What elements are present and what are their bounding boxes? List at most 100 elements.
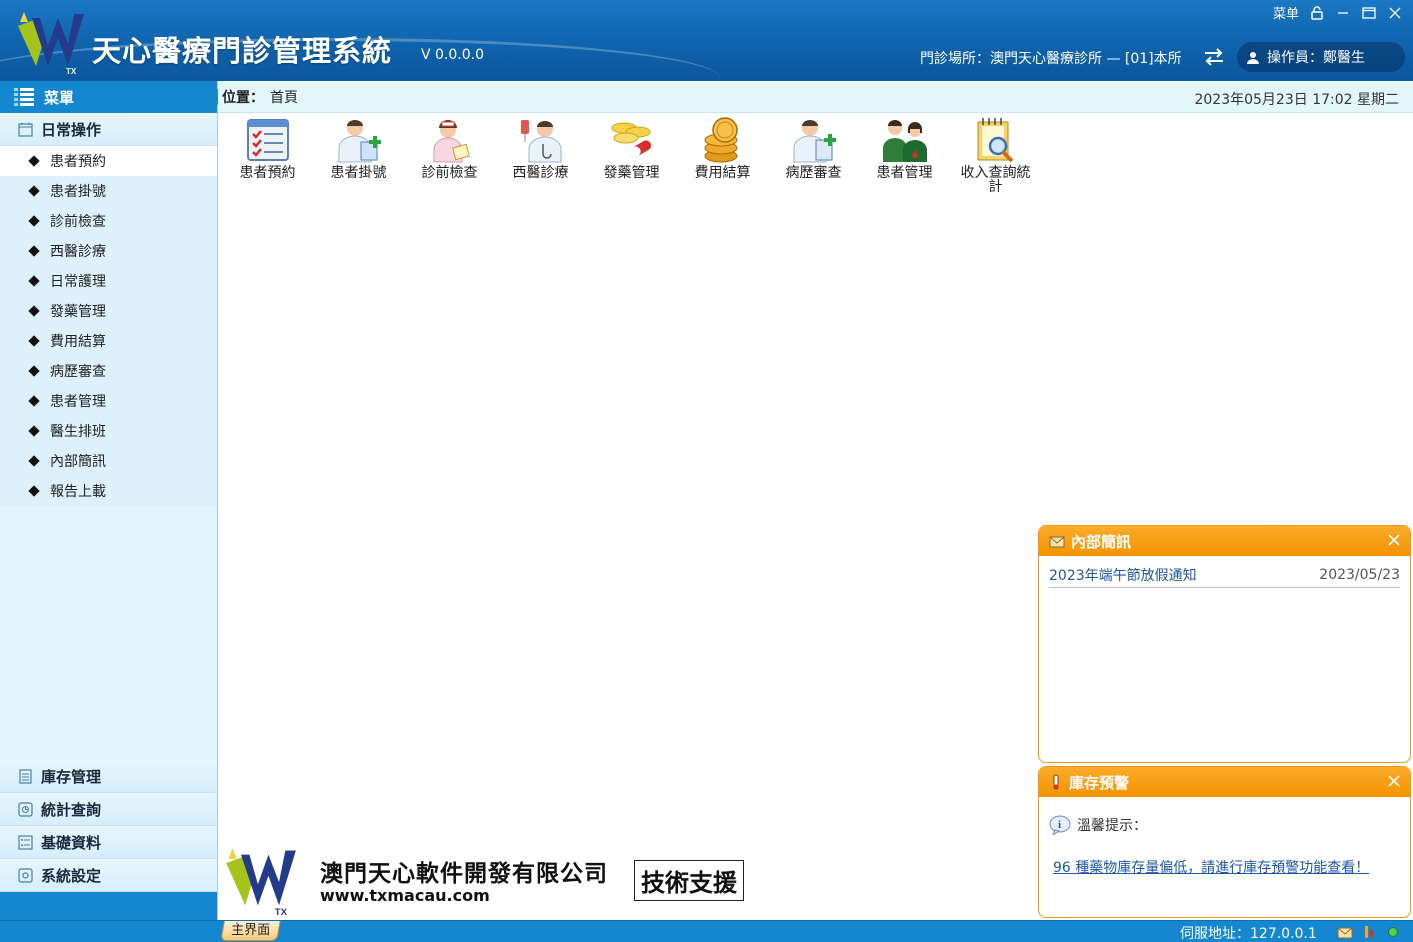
bullet-icon: [28, 275, 40, 287]
shortcut-western-treatment[interactable]: 西醫診療: [495, 116, 586, 194]
app-logo: TX: [18, 12, 84, 76]
sidebar-item-dispensing[interactable]: 發藥管理: [0, 296, 217, 326]
mail-status-icon[interactable]: [1337, 925, 1353, 939]
shortcut-pre-exam[interactable]: 診前檢查: [404, 116, 495, 194]
sidebar-item-label: 患者掛號: [50, 184, 106, 200]
sidebar-daily-items: 患者預約 患者掛號 診前檢查 西醫診療 日常護理 發藥管理 費用結算 病歷審查 …: [0, 146, 217, 506]
shortcut-dispensing[interactable]: 發藥管理: [586, 116, 677, 194]
tab-main-interface[interactable]: 主界面: [220, 921, 281, 941]
message-date: 2023/05/23: [1319, 566, 1400, 583]
close-icon[interactable]: [1386, 773, 1402, 789]
sidebar-item-record-review[interactable]: 病歷審查: [0, 356, 217, 386]
sidebar-item-doctor-schedule[interactable]: 醫生排班: [0, 416, 217, 446]
user-icon: [1247, 51, 1259, 64]
sidebar-item-label: 發藥管理: [50, 304, 106, 320]
sidebar-item-billing[interactable]: 費用結算: [0, 326, 217, 356]
switch-clinic-icon[interactable]: [1203, 48, 1225, 66]
sidebar-item-patient-management[interactable]: 患者管理: [0, 386, 217, 416]
panel-header: 庫存預警: [1039, 767, 1410, 797]
sidebar-group-basic-data[interactable]: 基礎資料: [0, 826, 217, 859]
doctor-register-icon: [338, 120, 381, 163]
bullet-icon: [28, 305, 40, 317]
settings-icon: [18, 867, 33, 883]
sidebar-item-label: 費用結算: [50, 334, 106, 350]
svg-text:i: i: [1058, 819, 1061, 831]
sidebar-group-label: 基礎資料: [41, 833, 102, 852]
bullet-icon: [28, 215, 40, 227]
shortcut-label: 患者掛號: [330, 165, 387, 181]
close-icon[interactable]: [1386, 532, 1402, 548]
sidebar-item-western-treatment[interactable]: 西醫診療: [0, 236, 217, 266]
operator-name: 操作員：鄭醫生: [1267, 50, 1365, 66]
stock-alert-link[interactable]: 96 種藥物庫存量偏低，請進行庫存預警功能查看！: [1053, 857, 1410, 877]
bullet-icon: [28, 425, 40, 437]
message-title-link[interactable]: 2023年端午節放假通知: [1049, 565, 1197, 585]
panel-title: 庫存預警: [1069, 773, 1130, 792]
shortcut-label: 費用結算: [694, 165, 751, 181]
shortcut-billing[interactable]: 費用結算: [677, 116, 768, 194]
lock-icon[interactable]: [1309, 5, 1325, 21]
checklist-icon: [246, 119, 289, 161]
sidebar-item-report-upload[interactable]: 報告上載: [0, 476, 217, 506]
shortcut-label: 患者管理: [876, 165, 933, 181]
envelope-icon: [1049, 536, 1065, 548]
window-controls: 菜单: [1273, 3, 1403, 22]
doctor-iv-icon: [520, 120, 561, 163]
shortcut-registration[interactable]: 患者掛號: [313, 116, 404, 194]
location-label: 位置：: [222, 89, 264, 106]
bullet-icon: [28, 395, 40, 407]
sidebar-menu-title: 菜單: [44, 88, 75, 107]
sidebar-group-label: 庫存管理: [41, 767, 102, 786]
sidebar-group-daily[interactable]: 日常操作: [0, 113, 217, 146]
app-header: TX 天心醫療門診管理系統 V 0.0.0.0 菜单 門診場所：澳門天心醫療診所…: [0, 0, 1413, 81]
svg-text:TX: TX: [275, 907, 288, 916]
sidebar-item-label: 報告上載: [50, 484, 106, 500]
current-datetime: 2023年05月23日 17:02 星期二: [1194, 92, 1399, 108]
sidebar-item-label: 診前檢查: [50, 214, 106, 230]
sidebar-group-inventory[interactable]: 庫存管理: [0, 760, 217, 793]
list-item[interactable]: 2023年端午節放假通知 2023/05/23: [1049, 562, 1400, 588]
shortcut-label: 收入查詢統計: [960, 165, 1031, 195]
notepad-search-icon: [977, 118, 1013, 163]
bullet-icon: [28, 245, 40, 257]
bullet-icon: [28, 365, 40, 377]
doctor-record-icon: [793, 120, 836, 163]
shortcut-record-review[interactable]: 病歷審查: [768, 116, 859, 194]
company-url: www.txmacau.com: [320, 886, 490, 905]
operator-badge[interactable]: 操作員：鄭醫生: [1237, 42, 1405, 72]
tab-label: 主界面: [231, 923, 271, 938]
bullet-icon: [28, 455, 40, 467]
bullet-icon: [28, 335, 40, 347]
sidebar-item-pre-exam[interactable]: 診前檢查: [0, 206, 217, 236]
nurse-icon: [433, 120, 470, 163]
menu-link[interactable]: 菜单: [1273, 3, 1299, 22]
tech-support-button[interactable]: 技術支援: [634, 860, 744, 901]
stock-warning-panel: 庫存預警 i 溫馨提示： 96 種藥物庫存量偏低，請進行庫存預警功能查看！: [1038, 766, 1411, 918]
patients-icon: [882, 120, 927, 162]
thermometer-icon: [1053, 774, 1059, 790]
collapse-arrow-icon[interactable]: [210, 89, 218, 105]
shortcut-appointment[interactable]: 患者預約: [222, 116, 313, 194]
shortcut-patient-management[interactable]: 患者管理: [859, 116, 950, 194]
tip-line: i 溫馨提示：: [1049, 815, 1410, 835]
stock-status-icon[interactable]: [1363, 924, 1377, 940]
sidebar-item-appointment[interactable]: 患者預約: [0, 146, 217, 176]
info-bubble-icon: i: [1049, 815, 1071, 835]
inventory-icon: [19, 768, 32, 784]
shortcut-income-statistics[interactable]: 收入查詢統計: [950, 116, 1041, 194]
minimize-icon[interactable]: [1335, 5, 1351, 21]
tip-label: 溫馨提示：: [1077, 818, 1147, 834]
sidebar-group-system-settings[interactable]: 系統設定: [0, 859, 217, 892]
sidebar-item-internal-message[interactable]: 內部簡訊: [0, 446, 217, 476]
sidebar-group-statistics[interactable]: 統計查詢: [0, 793, 217, 826]
company-logo: TX: [226, 848, 296, 916]
company-branding: TX 澳門天心軟件開發有限公司 www.txmacau.com 技術支援: [222, 840, 762, 920]
maximize-icon[interactable]: [1361, 5, 1377, 21]
sidebar-group-label: 統計查詢: [41, 800, 102, 819]
sidebar-item-registration[interactable]: 患者掛號: [0, 176, 217, 206]
shortcut-label: 患者預約: [239, 165, 296, 181]
close-icon[interactable]: [1387, 5, 1403, 21]
sidebar-item-daily-care[interactable]: 日常護理: [0, 266, 217, 296]
sidebar-group-label: 系統設定: [41, 866, 102, 885]
bullet-icon: [28, 155, 40, 167]
